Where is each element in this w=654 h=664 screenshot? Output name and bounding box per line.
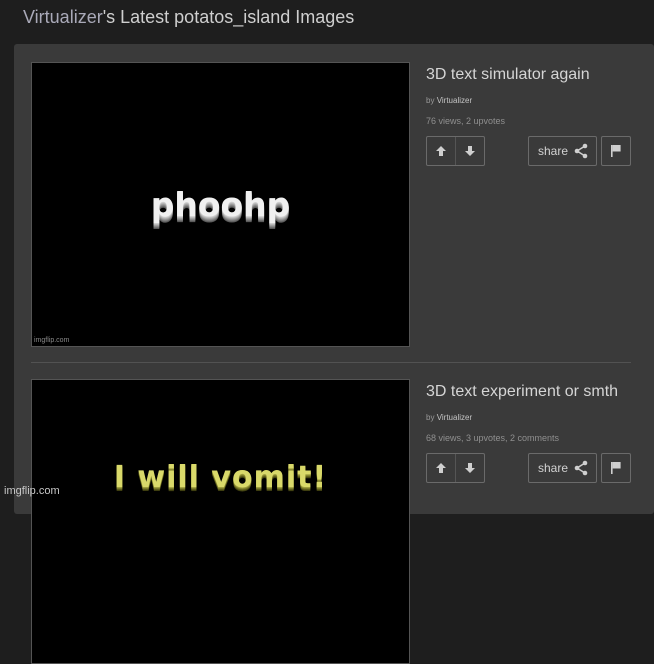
post-byline: by Virtualizer	[426, 96, 472, 105]
vote-buttons	[426, 453, 485, 483]
downvote-button[interactable]	[455, 454, 484, 482]
post-image[interactable]: phoohp imgflip.com	[31, 62, 410, 347]
arrow-up-icon	[436, 463, 446, 473]
flag-icon	[611, 462, 621, 474]
flag-button[interactable]	[601, 453, 631, 483]
byline-prefix: by	[426, 413, 435, 422]
share-icon	[574, 460, 588, 476]
page-title-suffix: 's Latest potatos_island Images	[102, 7, 355, 27]
byline-prefix: by	[426, 96, 435, 105]
meme-caption: I will vomit!	[113, 460, 328, 495]
post-title-link[interactable]: 3D text experiment or smth	[426, 383, 618, 401]
author-link[interactable]: Virtualizer	[437, 96, 472, 105]
page-title: Virtualizer's Latest potatos_island Imag…	[23, 6, 354, 28]
share-icon	[574, 143, 588, 159]
downvote-button[interactable]	[455, 137, 484, 165]
upvote-button[interactable]	[427, 454, 455, 482]
arrow-down-icon	[465, 146, 475, 156]
post-divider	[31, 362, 631, 363]
upvote-button[interactable]	[427, 137, 455, 165]
images-panel: phoohp imgflip.com 3D text simulator aga…	[14, 44, 654, 664]
share-label: share	[538, 144, 569, 158]
arrow-up-icon	[436, 146, 446, 156]
post-title-link[interactable]: 3D text simulator again	[426, 66, 590, 84]
vote-buttons	[426, 136, 485, 166]
share-label: share	[538, 461, 569, 475]
post-byline: by Virtualizer	[426, 413, 472, 422]
username-link[interactable]: Virtualizer	[23, 7, 103, 27]
share-button[interactable]: share	[528, 453, 597, 483]
flag-icon	[611, 145, 621, 157]
image-watermark: imgflip.com	[34, 337, 70, 344]
share-button[interactable]: share	[528, 136, 597, 166]
author-link[interactable]: Virtualizer	[437, 413, 472, 422]
post-image[interactable]: I will vomit!	[31, 379, 410, 664]
meme-caption: phoohp	[150, 185, 291, 224]
post-stats: 68 views, 3 upvotes, 2 comments	[426, 433, 560, 443]
site-watermark: imgflip.com	[4, 485, 60, 497]
arrow-down-icon	[465, 463, 475, 473]
flag-button[interactable]	[601, 136, 631, 166]
post-stats: 76 views, 2 upvotes	[426, 116, 506, 126]
